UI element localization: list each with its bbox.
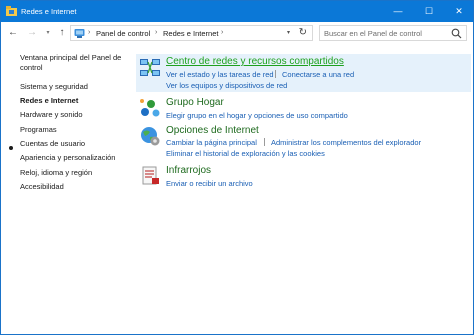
internet-options-link[interactable]: Opciones de Internet <box>166 125 259 136</box>
address-dropdown-chevron-icon[interactable]: ▾ <box>287 29 290 36</box>
change-home-page-link[interactable]: Cambiar la página principal <box>166 138 257 147</box>
breadcrumb-separator-icon[interactable]: › <box>88 29 90 36</box>
breadcrumb-control-panel[interactable]: Panel de control <box>96 29 150 38</box>
breadcrumb-network-internet[interactable]: Redes e Internet <box>163 29 218 38</box>
homegroup-link[interactable]: Grupo Hogar <box>166 97 224 108</box>
view-network-status-link[interactable]: Ver el estado y las tareas de red <box>166 70 274 79</box>
infrared-icon <box>142 166 159 185</box>
homegroup-icon <box>140 99 160 117</box>
sidebar-item-hardware-sound[interactable]: Hardware y sonido <box>20 110 128 120</box>
choose-homegroup-sharing-link[interactable]: Elegir grupo en el hogar y opciones de u… <box>166 111 348 120</box>
connect-to-network-link[interactable]: Conectarse a una red <box>282 70 354 79</box>
recent-locations-chevron-icon[interactable]: ▾ <box>41 26 55 40</box>
search-input[interactable] <box>324 28 446 39</box>
sidebar-item-appearance[interactable]: Apariencia y personalización <box>20 153 128 163</box>
sidebar-item-clock-language-region[interactable]: Reloj, idioma y región <box>20 168 128 178</box>
sidebar: Ventana principal del Panel de control S… <box>1 46 131 326</box>
minimize-button[interactable]: — <box>383 1 413 22</box>
control-panel-window: Redes e Internet — ☐ ✕ ← → ▾ ↑ › Panel d… <box>0 0 474 335</box>
sidebar-item-accessibility[interactable]: Accesibilidad <box>20 182 128 192</box>
back-arrow-icon[interactable]: ← <box>6 26 20 40</box>
title-bar[interactable]: Redes e Internet — ☐ ✕ <box>1 1 473 22</box>
control-panel-icon <box>74 29 85 38</box>
send-receive-file-link[interactable]: Enviar o recibir un archivo <box>166 179 253 188</box>
view-network-devices-link[interactable]: Ver los equipos y dispositivos de red <box>166 81 287 90</box>
up-arrow-icon[interactable]: ↑ <box>55 26 69 40</box>
breadcrumb-separator-icon[interactable]: › <box>155 29 157 36</box>
sidebar-item-control-panel-home[interactable]: Ventana principal del Panel de control <box>20 53 128 73</box>
close-button[interactable]: ✕ <box>444 1 474 22</box>
sidebar-item-network-internet[interactable]: Redes e Internet <box>20 96 128 106</box>
category-infrared[interactable]: Infrarrojos Enviar o recibir un archivo <box>136 163 471 189</box>
category-network-sharing-center[interactable]: Centro de redes y recursos compartidos V… <box>136 54 471 92</box>
infrared-link[interactable]: Infrarrojos <box>166 165 211 176</box>
category-homegroup[interactable]: Grupo Hogar Elegir grupo en el hogar y o… <box>136 95 471 121</box>
network-sharing-center-link[interactable]: Centro de redes y recursos compartidos <box>166 56 344 67</box>
network-folder-icon <box>6 6 17 16</box>
breadcrumb-separator-icon[interactable]: › <box>221 29 223 36</box>
sidebar-item-user-accounts[interactable]: Cuentas de usuario <box>20 139 128 149</box>
link-separator <box>264 138 265 146</box>
delete-browsing-history-link[interactable]: Eliminar el historial de exploración y l… <box>166 149 325 158</box>
internet-options-icon <box>141 127 160 146</box>
active-item-bullet-icon <box>9 146 13 150</box>
network-center-icon <box>140 59 160 76</box>
forward-arrow-icon[interactable]: → <box>25 26 39 40</box>
manage-browser-addons-link[interactable]: Administrar los complementos del explora… <box>271 138 421 147</box>
refresh-icon[interactable]: ↻ <box>299 27 307 38</box>
category-internet-options[interactable]: Opciones de Internet Cambiar la página p… <box>136 123 471 159</box>
search-icon[interactable] <box>451 28 462 39</box>
navigation-bar: ← → ▾ ↑ › Panel de control › Redes e Int… <box>1 22 473 44</box>
window-title: Redes e Internet <box>21 7 77 16</box>
maximize-button[interactable]: ☐ <box>414 1 444 22</box>
sidebar-item-system-security[interactable]: Sistema y seguridad <box>20 82 128 92</box>
link-separator <box>275 70 276 78</box>
search-box[interactable] <box>319 25 467 41</box>
address-bar[interactable]: › Panel de control › Redes e Internet › … <box>70 25 313 41</box>
sidebar-item-programs[interactable]: Programas <box>20 125 128 135</box>
